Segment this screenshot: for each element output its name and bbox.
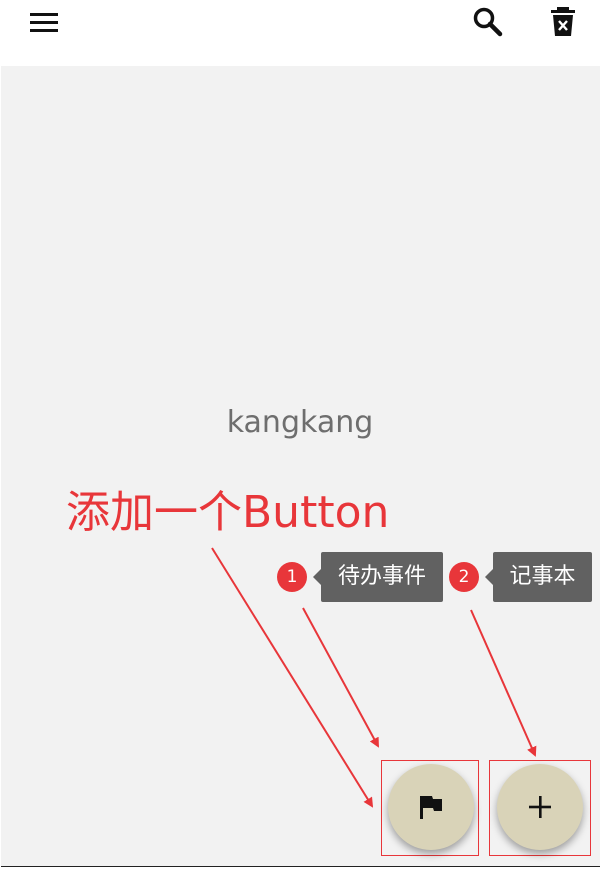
- arrow-badge2-to-notepad: [470, 609, 537, 757]
- annotation-arrows: [211, 547, 537, 808]
- arrow-title-to-todo: [211, 547, 374, 808]
- arrow-badge1-to-todo: [302, 607, 379, 748]
